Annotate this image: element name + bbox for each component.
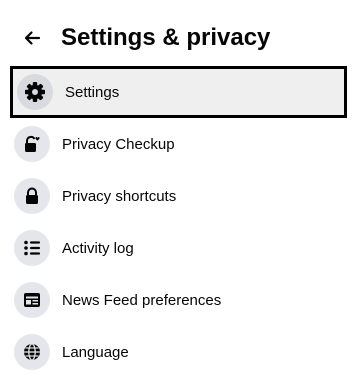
menu-item-privacy-shortcuts[interactable]: Privacy shortcuts: [0, 170, 353, 222]
settings-menu: Settings Privacy Checkup Privacy shortcu…: [0, 66, 353, 378]
menu-item-language[interactable]: Language: [0, 326, 353, 378]
list-icon: [14, 230, 50, 266]
lock-icon: [14, 178, 50, 214]
menu-item-news-feed-preferences[interactable]: News Feed preferences: [0, 274, 353, 326]
menu-item-privacy-checkup[interactable]: Privacy Checkup: [0, 118, 353, 170]
lock-heart-icon: [14, 126, 50, 162]
settings-privacy-page: Settings & privacy Settings Privacy Chec…: [0, 0, 353, 383]
feed-icon: [14, 282, 50, 318]
arrow-left-icon: [24, 31, 41, 45]
menu-item-label: Privacy shortcuts: [62, 187, 177, 205]
page-title: Settings & privacy: [61, 24, 271, 51]
menu-item-activity-log[interactable]: Activity log: [0, 222, 353, 274]
back-button[interactable]: [16, 22, 48, 54]
menu-item-label: Activity log: [62, 239, 134, 257]
menu-item-label: News Feed preferences: [62, 291, 222, 309]
menu-item-label: Privacy Checkup: [62, 135, 175, 153]
globe-icon: [14, 334, 50, 370]
gear-icon: [17, 74, 53, 110]
menu-item-label: Language: [62, 343, 129, 361]
header: Settings & privacy: [0, 0, 353, 70]
menu-item-label: Settings: [65, 83, 120, 101]
menu-item-settings[interactable]: Settings: [10, 66, 347, 118]
